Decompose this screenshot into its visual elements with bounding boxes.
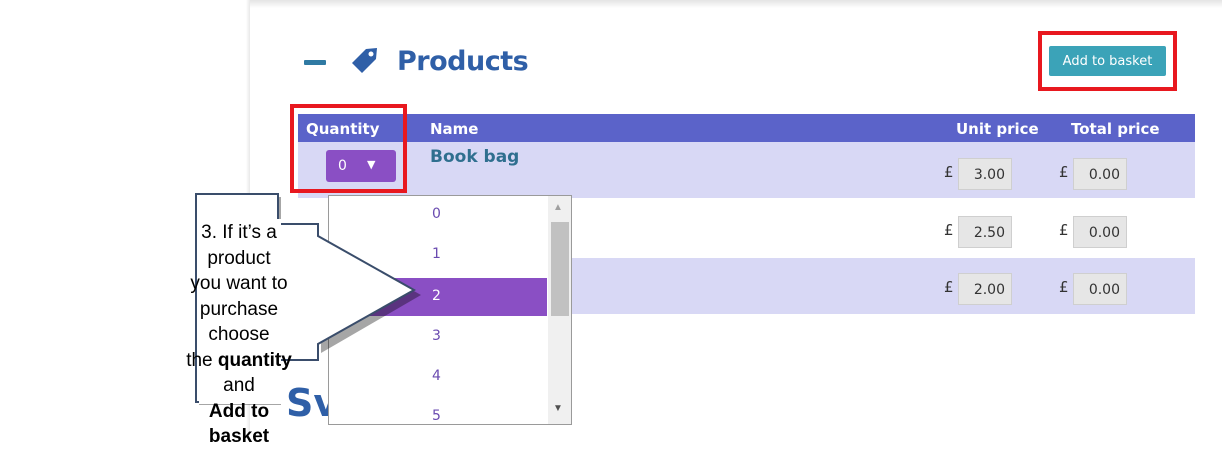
callout-line: purchase choose xyxy=(199,298,279,346)
unit-price-field: 3.00 xyxy=(958,158,1012,190)
currency-symbol: £ xyxy=(944,221,954,239)
highlight-add-to-basket xyxy=(1038,31,1177,91)
unit-price-field: 2.00 xyxy=(958,273,1012,305)
scrollbar-thumb[interactable] xyxy=(551,222,569,316)
scroll-down-icon[interactable]: ▼ xyxy=(553,403,563,414)
unit-price-field: 2.50 xyxy=(958,216,1012,248)
header-name: Name xyxy=(430,120,479,138)
callout-line: the quantity and xyxy=(186,349,292,397)
tag-icon xyxy=(352,48,377,73)
total-price-field: 0.00 xyxy=(1073,158,1127,190)
header-unit-price: Unit price xyxy=(956,120,1039,138)
callout-line: 3. If it’s a product xyxy=(201,222,277,269)
product-name[interactable]: Book bag xyxy=(430,147,519,167)
total-price-field: 0.00 xyxy=(1073,216,1127,248)
header-total-price: Total price xyxy=(1071,120,1160,138)
total-price-field: 0.00 xyxy=(1073,273,1127,305)
callout-text: 3. If it’s a product you want to purchas… xyxy=(184,220,294,450)
currency-symbol: £ xyxy=(1059,278,1069,296)
currency-symbol: £ xyxy=(944,163,954,181)
minus-icon[interactable] xyxy=(304,60,326,65)
panel-top-shadow xyxy=(250,0,1222,8)
callout-line: you want to xyxy=(190,273,288,294)
callout-line: Add to basket xyxy=(208,400,270,448)
currency-symbol: £ xyxy=(1059,221,1069,239)
scroll-up-icon[interactable]: ▲ xyxy=(553,202,563,213)
currency-symbol: £ xyxy=(944,278,954,296)
table-header: Quantity Name Unit price Total price xyxy=(298,114,1195,142)
currency-symbol: £ xyxy=(1059,163,1069,181)
highlight-quantity xyxy=(290,104,407,193)
section-title: Products xyxy=(397,46,529,77)
